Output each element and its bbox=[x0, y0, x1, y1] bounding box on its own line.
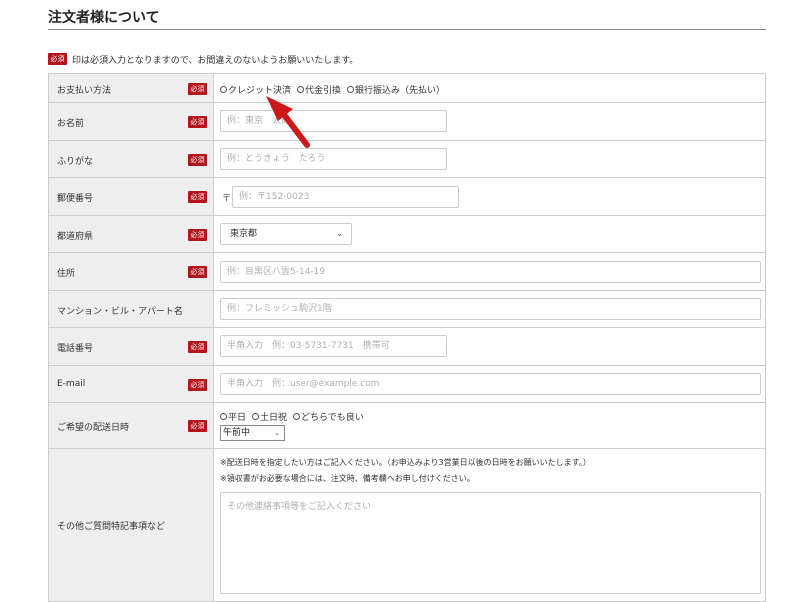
payment-method-radios: クレジット決済 代金引換 銀行振込み（先払い） bbox=[220, 83, 451, 96]
page-title: 注文者様について bbox=[48, 10, 160, 26]
value-cell: 例：フレミッシュ駒沢1階 bbox=[213, 290, 766, 328]
postal-mark-icon: 〒 bbox=[222, 194, 232, 204]
value-cell: 例：とうきょう たろう bbox=[213, 140, 766, 178]
delivery-option-weekend[interactable]: 土日祝 bbox=[252, 410, 287, 423]
name-label: お名前 bbox=[57, 119, 85, 129]
address-label: 住所 bbox=[57, 269, 76, 279]
label-cell: 郵便番号 必須 bbox=[48, 177, 214, 216]
notes-textarea[interactable]: その他連絡事項等をご記入ください bbox=[220, 492, 761, 594]
radio-circle-icon[interactable] bbox=[252, 413, 260, 420]
radio-circle-icon[interactable] bbox=[297, 86, 305, 93]
required-badge: 必須 bbox=[188, 266, 207, 278]
row-address: 住所 必須 例：目黒区八雲5-14-19 bbox=[48, 252, 766, 291]
label-cell: 住所 必須 bbox=[48, 252, 214, 291]
label-cell: ご希望の配送日時 必須 bbox=[48, 402, 214, 449]
label-cell: お支払い方法 必須 bbox=[48, 73, 214, 103]
row-name: お名前 必須 例：東京 太郎 bbox=[48, 102, 766, 141]
value-cell: 〒 例：〒152-0023 bbox=[213, 177, 766, 216]
radio-label: 代金引換 bbox=[305, 86, 342, 96]
building-label: マンション・ビル・アパート名 bbox=[57, 307, 183, 317]
value-cell: 半角入力 例：user@example.com bbox=[213, 365, 766, 403]
row-postal: 郵便番号 必須 〒 例：〒152-0023 bbox=[48, 177, 766, 216]
value-cell: 平日 土日祝 どちらでも良い 午前中 ⌄ bbox=[213, 402, 766, 449]
row-phone: 電話番号 必須 半角入力 例：03-5731-7731 携帯可 bbox=[48, 327, 766, 366]
chevron-down-icon: ⌄ bbox=[274, 429, 280, 437]
required-badge: 必須 bbox=[188, 229, 207, 241]
building-input[interactable]: 例：フレミッシュ駒沢1階 bbox=[220, 298, 761, 320]
value-cell: 半角入力 例：03-5731-7731 携帯可 bbox=[213, 327, 766, 366]
order-form-table: お支払い方法 必須 クレジット決済 代金引換 銀行振込み（先払い） お名前 必須… bbox=[48, 73, 766, 602]
required-badge: 必須 bbox=[188, 191, 207, 203]
payment-option-cod[interactable]: 代金引換 bbox=[297, 83, 341, 96]
required-badge: 必須 bbox=[188, 341, 207, 353]
radio-circle-icon[interactable] bbox=[220, 86, 227, 93]
label-cell: 電話番号 必須 bbox=[48, 327, 214, 366]
postal-code-input[interactable]: 例：〒152-0023 bbox=[232, 186, 459, 208]
radio-label: 銀行振込み（先払い） bbox=[355, 86, 446, 96]
radio-circle-icon[interactable] bbox=[293, 413, 301, 420]
required-badge: 必須 bbox=[48, 53, 67, 65]
payment-label: お支払い方法 bbox=[57, 86, 112, 96]
required-badge: 必須 bbox=[188, 83, 207, 95]
row-notes: その他ご質問特記事項など ※配送日時を指定したい方はご記入ください。（お申込みよ… bbox=[48, 448, 766, 602]
radio-label: どちらでも良い bbox=[301, 413, 364, 423]
row-delivery-date: ご希望の配送日時 必須 平日 土日祝 どちらでも良い 午前中 ⌄ bbox=[48, 402, 766, 449]
delivery-option-weekday[interactable]: 平日 bbox=[220, 410, 246, 423]
radio-label: 土日祝 bbox=[260, 413, 288, 423]
label-cell: 都道府県 必須 bbox=[48, 215, 214, 253]
phone-input[interactable]: 半角入力 例：03-5731-7731 携帯可 bbox=[220, 335, 447, 357]
required-note-text: 印は必須入力となりますので、お間違えのないようお願いいたします。 bbox=[72, 55, 359, 66]
delivery-time-select[interactable]: 午前中 ⌄ bbox=[220, 425, 285, 441]
delivery-day-radios: 平日 土日祝 どちらでも良い bbox=[220, 410, 370, 423]
radio-circle-icon[interactable] bbox=[220, 413, 227, 420]
row-prefecture: 都道府県 必須 東京都 ⌄ bbox=[48, 215, 766, 253]
value-cell: 東京都 ⌄ bbox=[213, 215, 766, 253]
chevron-down-icon: ⌄ bbox=[336, 229, 343, 238]
prefecture-label: 都道府県 bbox=[57, 232, 94, 242]
value-cell: ※配送日時を指定したい方はご記入ください。（お申込みより3営業日以後の日時をお願… bbox=[213, 448, 766, 602]
radio-circle-icon[interactable] bbox=[347, 86, 355, 93]
row-building: マンション・ビル・アパート名 例：フレミッシュ駒沢1階 bbox=[48, 290, 766, 328]
required-badge: 必須 bbox=[188, 154, 207, 166]
radio-label: 平日 bbox=[228, 413, 247, 423]
value-cell: 例：東京 太郎 bbox=[213, 102, 766, 141]
radio-label: クレジット決済 bbox=[228, 86, 292, 96]
value-cell: クレジット決済 代金引換 銀行振込み（先払い） bbox=[213, 73, 766, 103]
notes-instruction-2: ※領収書がお必要な場合には、注文時、備考欄へお申し付けください。 bbox=[220, 474, 475, 483]
payment-option-bank[interactable]: 銀行振込み（先払い） bbox=[347, 83, 445, 96]
delivery-option-either[interactable]: どちらでも良い bbox=[293, 410, 364, 423]
row-email: E-mail 必須 半角入力 例：user@example.com bbox=[48, 365, 766, 403]
row-payment: お支払い方法 必須 クレジット決済 代金引換 銀行振込み（先払い） bbox=[48, 73, 766, 103]
address-input[interactable]: 例：目黒区八雲5-14-19 bbox=[220, 261, 761, 283]
required-note: 必須 印は必須入力となりますので、お間違えのないようお願いいたします。 bbox=[48, 52, 358, 66]
value-cell: 例：目黒区八雲5-14-19 bbox=[213, 252, 766, 291]
delivery-date-label: ご希望の配送日時 bbox=[57, 423, 130, 433]
label-cell: その他ご質問特記事項など bbox=[48, 448, 214, 602]
label-cell: マンション・ビル・アパート名 bbox=[48, 290, 214, 328]
required-badge: 必須 bbox=[188, 420, 207, 432]
label-cell: E-mail 必須 bbox=[48, 365, 214, 403]
prefecture-select[interactable]: 東京都 ⌄ bbox=[220, 223, 352, 245]
required-badge: 必須 bbox=[188, 116, 207, 128]
kana-input[interactable]: 例：とうきょう たろう bbox=[220, 148, 447, 170]
postal-label: 郵便番号 bbox=[57, 194, 94, 204]
title-divider bbox=[48, 29, 766, 30]
email-input[interactable]: 半角入力 例：user@example.com bbox=[220, 373, 761, 395]
row-kana: ふりがな 必須 例：とうきょう たろう bbox=[48, 140, 766, 178]
phone-label: 電話番号 bbox=[57, 344, 94, 354]
prefecture-value: 東京都 bbox=[230, 229, 258, 239]
notes-instruction-1: ※配送日時を指定したい方はご記入ください。（お申込みより3営業日以後の日時をお願… bbox=[220, 458, 591, 467]
name-input[interactable]: 例：東京 太郎 bbox=[220, 110, 447, 132]
delivery-time-value: 午前中 bbox=[223, 428, 251, 438]
label-cell: ふりがな 必須 bbox=[48, 140, 214, 178]
required-badge: 必須 bbox=[188, 379, 207, 391]
email-label: E-mail bbox=[57, 379, 86, 389]
label-cell: お名前 必須 bbox=[48, 102, 214, 141]
notes-label: その他ご質問特記事項など bbox=[57, 522, 166, 532]
payment-option-credit[interactable]: クレジット決済 bbox=[220, 83, 291, 96]
kana-label: ふりがな bbox=[57, 157, 94, 167]
